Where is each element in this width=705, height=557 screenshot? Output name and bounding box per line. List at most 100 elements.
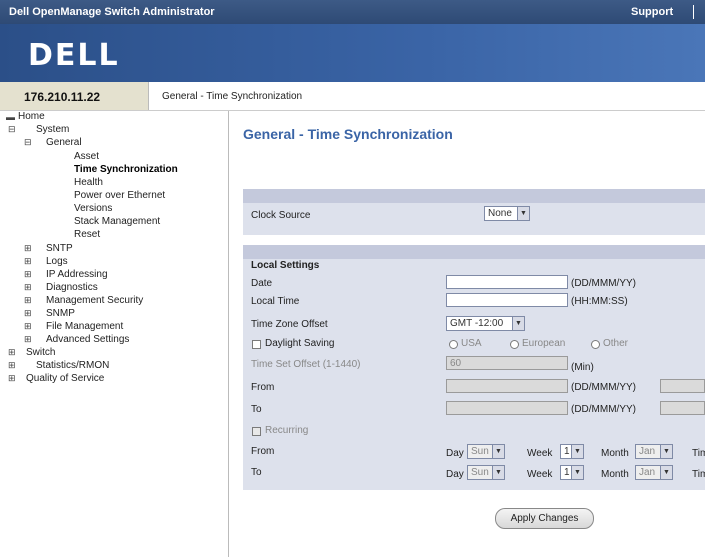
- clock-panel: Clock Source None ▼: [243, 189, 705, 235]
- to-label: To: [251, 404, 262, 415]
- to-month-value: Jan: [639, 467, 656, 478]
- dropdown-arrow-icon: ▼: [492, 445, 504, 458]
- tree-item-versions[interactable]: Versions: [74, 203, 112, 214]
- apply-changes-button[interactable]: Apply Changes: [495, 508, 594, 529]
- to-week-value: 1: [564, 467, 570, 478]
- expand-icon[interactable]: ⊞: [8, 347, 16, 358]
- dell-logo: DELL: [28, 38, 120, 73]
- from-week-select[interactable]: 1 ▼: [560, 444, 584, 459]
- dropdown-arrow-icon: ▼: [571, 445, 583, 458]
- expand-icon[interactable]: ⊞: [24, 295, 32, 306]
- from-day-select[interactable]: Sun ▼: [467, 444, 505, 459]
- expand-icon[interactable]: ⊞: [24, 308, 32, 319]
- to-day-label: Day: [446, 469, 464, 480]
- offset-unit: (Min): [571, 362, 594, 373]
- tree-item-file-mgmt[interactable]: File Management: [46, 321, 123, 332]
- expand-icon[interactable]: ⊞: [24, 334, 32, 345]
- expand-icon[interactable]: ⊞: [24, 269, 32, 280]
- tree-item-time-sync[interactable]: Time Synchronization: [74, 164, 178, 175]
- date-label: Date: [251, 278, 273, 289]
- tree-item-diagnostics[interactable]: Diagnostics: [46, 282, 98, 293]
- to-month-select[interactable]: Jan ▼: [635, 465, 673, 480]
- dst-european-radio[interactable]: [510, 340, 519, 349]
- tree-item-reset[interactable]: Reset: [74, 229, 100, 240]
- tree-item-advanced[interactable]: Advanced Settings: [46, 334, 129, 345]
- date-input[interactable]: [446, 275, 568, 289]
- to-day-select[interactable]: Sun ▼: [467, 465, 505, 480]
- expand-icon[interactable]: ⊞: [8, 360, 16, 371]
- breadcrumb: General - Time Synchronization: [162, 91, 303, 102]
- clock-source-select[interactable]: None ▼: [484, 206, 530, 221]
- to-time-input[interactable]: [660, 401, 705, 415]
- top-separator: [693, 5, 694, 19]
- dropdown-arrow-icon: ▼: [517, 207, 529, 220]
- tree-item-health[interactable]: Health: [74, 177, 103, 188]
- time-set-offset-label: Time Set Offset (1-1440): [251, 359, 361, 370]
- app-title: Dell OpenManage Switch Administrator: [9, 6, 215, 18]
- dst-other-label: Other: [603, 338, 629, 349]
- to-day-value: Sun: [471, 467, 489, 478]
- daylight-saving-checkbox[interactable]: [252, 340, 261, 349]
- tree-item-logs[interactable]: Logs: [46, 256, 68, 267]
- tree-item-ip-addressing[interactable]: IP Addressing: [46, 269, 108, 280]
- tree-item-qos[interactable]: Quality of Service: [26, 373, 104, 384]
- tree-item-snmp[interactable]: SNMP: [46, 308, 75, 319]
- device-ip: 176.210.11.22: [24, 90, 101, 104]
- tree-item-system[interactable]: System: [36, 124, 69, 135]
- tree-item-home[interactable]: Home: [18, 111, 45, 122]
- tz-offset-label: Time Zone Offset: [251, 319, 328, 330]
- from-date-input[interactable]: [446, 379, 568, 393]
- to-date-input[interactable]: [446, 401, 568, 415]
- from-month-select[interactable]: Jan ▼: [635, 444, 673, 459]
- to-week-label: Week: [527, 469, 553, 480]
- dropdown-arrow-icon: ▼: [512, 317, 524, 330]
- expand-icon[interactable]: ⊞: [24, 256, 32, 267]
- expand-icon[interactable]: ⊞: [24, 321, 32, 332]
- tree-item-stack[interactable]: Stack Management: [74, 216, 160, 227]
- from-week-label: Week: [527, 448, 553, 459]
- to-week-select[interactable]: 1 ▼: [560, 465, 584, 480]
- tree-item-mgmt-security[interactable]: Management Security: [46, 295, 143, 306]
- tree-item-sntp[interactable]: SNTP: [46, 243, 73, 254]
- expand-icon[interactable]: ⊞: [8, 373, 16, 384]
- from-time-input[interactable]: [660, 379, 705, 393]
- dst-usa-label: USA: [461, 338, 482, 349]
- recurring-from-label: From: [251, 446, 275, 457]
- tz-offset-value: GMT -12:00: [450, 318, 504, 329]
- to-month-label: Month: [601, 469, 629, 480]
- to-time-label: Time: [692, 469, 705, 480]
- dropdown-arrow-icon: ▼: [492, 466, 504, 479]
- tree-item-asset[interactable]: Asset: [74, 151, 99, 162]
- time-set-offset-input[interactable]: 60: [446, 356, 568, 370]
- local-time-input[interactable]: [446, 293, 568, 307]
- tree-item-poe[interactable]: Power over Ethernet: [74, 190, 165, 201]
- address-bar: 176.210.11.22 General - Time Synchroniza…: [0, 82, 705, 111]
- dst-usa-radio[interactable]: [449, 340, 458, 349]
- tz-offset-select[interactable]: GMT -12:00 ▼: [446, 316, 525, 331]
- local-settings-panel: Local Settings Date (DD/MMM/YY) Local Ti…: [243, 245, 705, 490]
- from-date-format: (DD/MMM/YY): [571, 382, 636, 393]
- page-title: General - Time Synchronization: [243, 126, 453, 142]
- top-bar: Dell OpenManage Switch Administrator Sup…: [0, 0, 705, 24]
- local-settings-heading: Local Settings: [251, 260, 320, 271]
- collapse-icon[interactable]: ⊟: [24, 137, 32, 148]
- panel-header: [243, 189, 705, 203]
- expand-icon[interactable]: ⊞: [24, 243, 32, 254]
- tree-item-general[interactable]: General: [46, 137, 82, 148]
- dst-other-radio[interactable]: [591, 340, 600, 349]
- expand-icon[interactable]: ⊞: [24, 282, 32, 293]
- tree-item-statistics[interactable]: Statistics/RMON: [36, 360, 109, 371]
- from-day-label: Day: [446, 448, 464, 459]
- dropdown-arrow-icon: ▼: [571, 466, 583, 479]
- daylight-saving-label: Daylight Saving: [265, 338, 335, 349]
- from-month-label: Month: [601, 448, 629, 459]
- collapse-icon[interactable]: ⊟: [8, 124, 16, 135]
- support-link[interactable]: Support: [631, 6, 673, 18]
- date-format: (DD/MMM/YY): [571, 278, 636, 289]
- tree-item-switch[interactable]: Switch: [26, 347, 55, 358]
- from-month-value: Jan: [639, 446, 656, 457]
- recurring-checkbox[interactable]: [252, 427, 261, 436]
- clock-source-label: Clock Source: [251, 210, 311, 221]
- dst-european-label: European: [522, 338, 566, 349]
- recurring-to-label: To: [251, 467, 262, 478]
